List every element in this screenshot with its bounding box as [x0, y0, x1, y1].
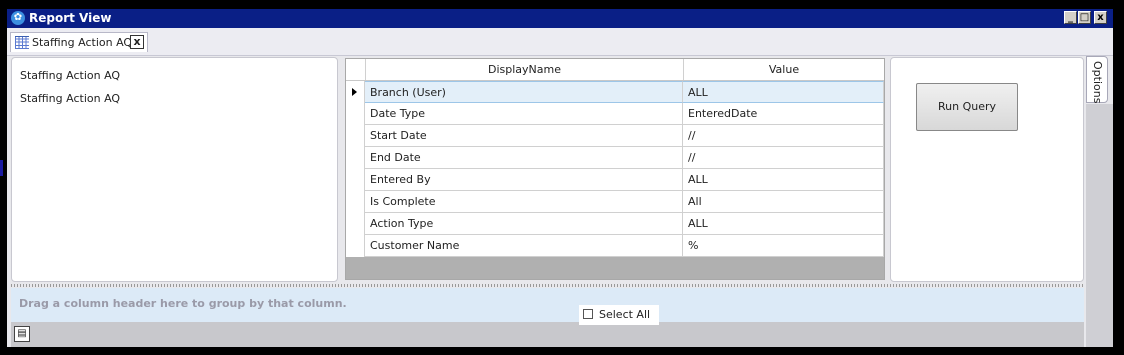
- column-header-displayname[interactable]: DisplayName: [365, 59, 683, 80]
- title-bar: ✿ Report View _ □ x: [7, 9, 1113, 28]
- table-row[interactable]: Branch (User) ALL: [346, 81, 884, 103]
- left-edge-artifact: [0, 160, 3, 176]
- tab-close-button[interactable]: x: [130, 35, 144, 49]
- parameters-grid: DisplayName Value Branch (User) ALL Date T…: [345, 58, 885, 280]
- report-list-item[interactable]: Staffing Action AQ: [20, 69, 120, 82]
- window-title: Report View: [29, 11, 112, 25]
- cell-value[interactable]: All: [683, 191, 884, 213]
- grid-header: DisplayName Value: [346, 59, 884, 81]
- table-row[interactable]: Is Complete All: [346, 191, 884, 213]
- group-by-hint: Drag a column header here to group by th…: [19, 297, 347, 310]
- row-selector[interactable]: [346, 147, 365, 169]
- cell-displayname: Date Type: [365, 103, 683, 125]
- row-selector[interactable]: [346, 213, 365, 235]
- run-query-button[interactable]: Run Query: [916, 83, 1018, 131]
- options-side-tab[interactable]: Options: [1086, 56, 1108, 103]
- side-strip: [1086, 104, 1113, 347]
- row-selector-header: [346, 59, 365, 80]
- cell-value[interactable]: %: [683, 235, 884, 257]
- cell-displayname: Is Complete: [365, 191, 683, 213]
- actions-panel: Run Query: [890, 57, 1084, 282]
- cell-value[interactable]: //: [683, 125, 884, 147]
- select-all-checkbox[interactable]: [583, 309, 593, 319]
- grid-icon: [15, 36, 29, 49]
- row-selector[interactable]: [346, 191, 365, 213]
- cell-value[interactable]: ALL: [683, 169, 884, 191]
- table-row[interactable]: Entered By ALL: [346, 169, 884, 191]
- row-selector[interactable]: [346, 169, 365, 191]
- table-row[interactable]: Customer Name%: [346, 235, 884, 257]
- table-row[interactable]: Date Type EnteredDate: [346, 103, 884, 125]
- report-list-panel: Staffing Action AQ Staffing Action AQ: [11, 57, 338, 282]
- app-icon: ✿: [11, 11, 25, 25]
- cell-displayname: Branch (User): [365, 81, 683, 103]
- cell-displayname: End Date: [365, 147, 683, 169]
- table-row[interactable]: Action Type ALL: [346, 213, 884, 235]
- cell-value[interactable]: //: [683, 147, 884, 169]
- maximize-button[interactable]: □: [1078, 11, 1091, 24]
- group-by-area[interactable]: Drag a column header here to group by th…: [11, 288, 1084, 322]
- results-area: ▤: [11, 322, 1084, 347]
- tab-strip: Staffing Action AQ x: [7, 28, 1113, 56]
- cell-value[interactable]: ALL: [683, 81, 884, 103]
- cell-value[interactable]: EnteredDate: [683, 103, 884, 125]
- cell-value[interactable]: ALL: [683, 213, 884, 235]
- splitter[interactable]: [11, 284, 1084, 287]
- export-icon[interactable]: ▤: [14, 326, 30, 342]
- cell-displayname: Action Type: [365, 213, 683, 235]
- cell-displayname: Start Date: [365, 125, 683, 147]
- minimize-button[interactable]: _: [1064, 11, 1077, 24]
- row-selector[interactable]: [346, 125, 365, 147]
- select-all-control[interactable]: Select All: [579, 305, 659, 325]
- row-selector[interactable]: [346, 81, 365, 103]
- tab-label: Staffing Action AQ: [32, 36, 133, 49]
- close-window-button[interactable]: x: [1094, 11, 1107, 24]
- options-tab-label: Options: [1091, 61, 1104, 104]
- cell-displayname: Customer Name: [365, 235, 683, 257]
- report-view-window: ✿ Report View _ □ x Staffing Action AQ x…: [7, 9, 1113, 347]
- column-header-value[interactable]: Value: [683, 59, 884, 80]
- row-selector[interactable]: [346, 235, 365, 257]
- table-row[interactable]: End Date//: [346, 147, 884, 169]
- cell-displayname: Entered By: [365, 169, 683, 191]
- tab-staffing-action-aq[interactable]: Staffing Action AQ x: [10, 32, 148, 52]
- select-all-label: Select All: [599, 308, 651, 321]
- current-row-arrow-icon: [352, 88, 357, 96]
- table-row[interactable]: Start Date//: [346, 125, 884, 147]
- row-selector[interactable]: [346, 103, 365, 125]
- report-list-item[interactable]: Staffing Action AQ: [20, 92, 120, 105]
